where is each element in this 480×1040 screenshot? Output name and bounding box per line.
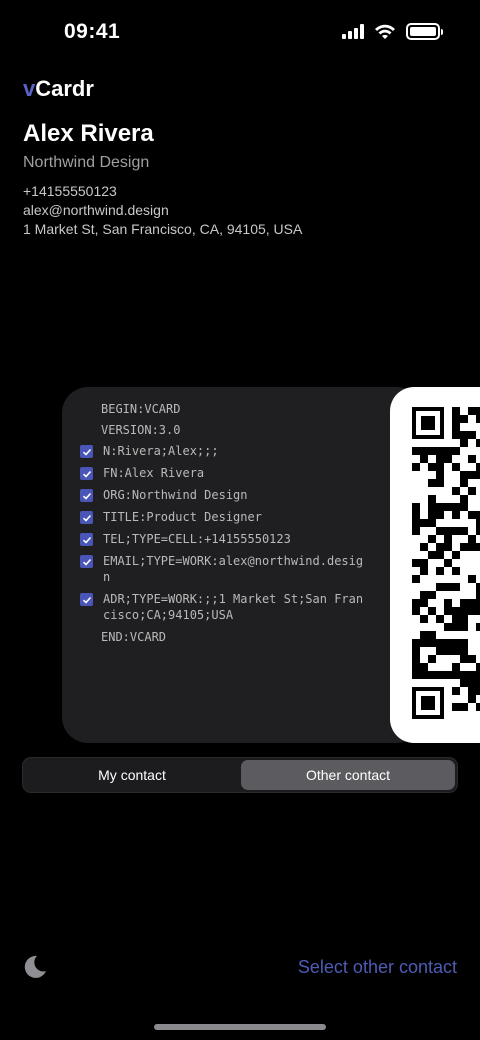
vcard-lines: BEGIN:VCARD VERSION:3.0 N:Rivera;Alex;;;… [80, 401, 370, 650]
vcard-field-tel[interactable]: TEL;TYPE=CELL:+14155550123 [80, 531, 370, 547]
signal-icon [342, 24, 364, 39]
contact-email: alex@northwind.design [23, 202, 169, 218]
vcard-field-text: ORG:Northwind Design [103, 488, 248, 502]
contact-info: Alex Rivera Northwind Design +1415555012… [23, 120, 302, 239]
brand-rest: Cardr [35, 76, 94, 101]
wifi-icon [375, 24, 395, 39]
battery-icon [406, 23, 443, 40]
contact-phone: +14155550123 [23, 183, 117, 199]
checkbox[interactable] [80, 511, 93, 524]
contact-segmented-control: My contact Other contact [22, 757, 458, 793]
segment-other-contact[interactable]: Other contact [241, 760, 455, 790]
vcard-field-title[interactable]: TITLE:Product Designer [80, 509, 370, 525]
contact-org: Northwind Design [23, 154, 150, 171]
vcard-field-text: N:Rivera;Alex;;; [103, 444, 219, 458]
vcard-field-org[interactable]: ORG:Northwind Design [80, 487, 370, 503]
checkbox[interactable] [80, 593, 93, 606]
vcard-field-text: TITLE:Product Designer [103, 510, 262, 524]
checkbox[interactable] [80, 489, 93, 502]
moon-icon[interactable] [22, 954, 48, 980]
checkbox[interactable] [80, 533, 93, 546]
select-other-contact-link[interactable]: Select other contact [298, 957, 457, 978]
vcard-version: VERSION:3.0 [101, 423, 181, 437]
checkbox[interactable] [80, 555, 93, 568]
vcard-field-text: FN:Alex Rivera [103, 466, 205, 480]
vcard-field-n[interactable]: N:Rivera;Alex;;; [80, 443, 370, 459]
vcard-field-adr[interactable]: ADR;TYPE=WORK:;;1 Market St;San Francisc… [80, 591, 370, 623]
vcard-field-text: EMAIL;TYPE=WORK:alex@northwind.design [103, 554, 364, 584]
qr-code-icon [412, 407, 480, 719]
segment-my-contact[interactable]: My contact [25, 760, 239, 790]
vcard-end: END:VCARD [101, 630, 167, 644]
status-bar: 09:41 [0, 0, 480, 64]
status-time: 09:41 [64, 20, 121, 43]
vcard-begin: BEGIN:VCARD [101, 402, 181, 416]
checkbox[interactable] [80, 467, 93, 480]
brand-prefix: v [23, 76, 36, 101]
app-brand: vCardr [23, 76, 94, 102]
vcard-field-text: TEL;TYPE=CELL:+14155550123 [103, 532, 291, 546]
contact-address: 1 Market St, San Francisco, CA, 94105, U… [23, 221, 303, 237]
checkbox[interactable] [80, 445, 93, 458]
status-icons [342, 23, 443, 40]
vcard-panel: BEGIN:VCARD VERSION:3.0 N:Rivera;Alex;;;… [62, 387, 422, 743]
vcard-field-text: ADR;TYPE=WORK:;;1 Market St;San Francisc… [103, 592, 364, 622]
contact-name: Alex Rivera [23, 120, 154, 147]
home-indicator [154, 1024, 326, 1030]
vcard-field-fn[interactable]: FN:Alex Rivera [80, 465, 370, 481]
qr-card [390, 387, 480, 743]
vcard-field-email[interactable]: EMAIL;TYPE=WORK:alex@northwind.design [80, 553, 370, 585]
